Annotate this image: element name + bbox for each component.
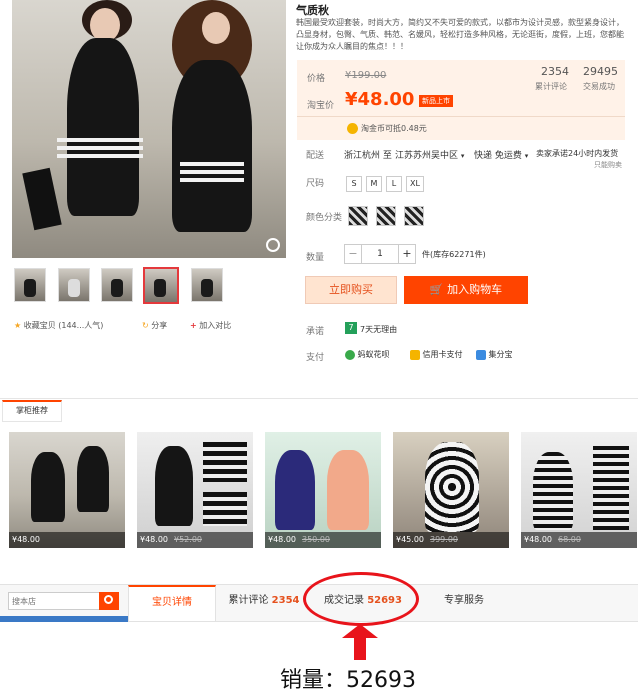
size-option-s[interactable]: S — [346, 176, 362, 192]
thumbnail-4[interactable] — [143, 267, 179, 304]
current-price: ¥48.00 — [345, 89, 415, 110]
search-icon — [104, 595, 113, 604]
reviews-label: 累计评论 — [535, 82, 567, 91]
quantity-minus-button[interactable]: − — [344, 244, 362, 264]
recommend-tab[interactable]: 掌柜推荐 — [2, 400, 62, 422]
coin-text: 淘金币可抵0.48元 — [361, 124, 427, 133]
shipping-select[interactable]: 快递 免运费 ▾ — [474, 148, 528, 161]
pay-label: 支付 — [306, 353, 325, 363]
sales-count: 29495 — [583, 65, 618, 78]
credit-card-icon — [410, 349, 420, 360]
chevron-down-icon: ▾ — [460, 152, 465, 160]
pay-credit: 信用卡支付 — [410, 349, 463, 360]
chevron-down-icon: ▾ — [524, 152, 529, 160]
shop-search-input[interactable] — [8, 592, 100, 610]
share-icon: ↻ — [142, 321, 149, 330]
jifenbao-icon — [476, 349, 486, 360]
quantity-input[interactable]: 1 — [361, 244, 399, 264]
compare-link[interactable]: + 加入对比 — [190, 320, 231, 331]
sidebar-accent — [0, 616, 128, 622]
recommend-item-4[interactable]: ¥45.00 399.00 — [393, 432, 509, 548]
model-face-left — [90, 8, 120, 42]
recommend-item-1[interactable]: ¥48.00 — [9, 432, 125, 548]
color-option-1[interactable] — [348, 206, 368, 226]
pay-huabei: 蚂蚁花呗 — [345, 349, 390, 360]
delivery-from: 浙江杭州 至 — [344, 151, 392, 161]
color-option-2[interactable] — [376, 206, 396, 226]
original-price: ¥199.00 — [345, 70, 387, 81]
sales-annotation: 销量：52693 — [280, 668, 416, 693]
thumbnail-3[interactable] — [101, 268, 133, 302]
reviews-count: 2354 — [541, 65, 569, 78]
delivery-sub: 只能购卖 — [594, 161, 622, 169]
model-right-dress — [172, 60, 252, 232]
promo-badge: 新品上市 — [419, 95, 453, 107]
plus-icon: + — [190, 321, 197, 330]
promise-text: 7天无理由 — [360, 325, 398, 334]
star-icon: ★ — [14, 321, 22, 330]
pay-jifenbao: 集分宝 — [476, 349, 513, 360]
tab-reviews[interactable]: 累计评论 2354 — [218, 585, 310, 621]
thumbnail-1[interactable] — [14, 268, 46, 302]
size-label: 尺码 — [306, 179, 325, 189]
seven-day-badge: 7 — [345, 322, 357, 334]
zoom-icon[interactable] — [266, 238, 280, 252]
add-to-cart-button[interactable]: 🛒 加入购物车 — [404, 276, 528, 304]
size-option-m[interactable]: M — [366, 176, 382, 192]
recommend-item-2[interactable]: ¥48.00 ¥52.00 — [137, 432, 253, 548]
delivery-promise: 卖家承诺24小时内发货 — [536, 149, 619, 158]
share-link[interactable]: ↻ 分享 — [142, 320, 167, 331]
coin-icon — [347, 123, 358, 134]
recommend-divider — [0, 398, 638, 399]
main-product-image[interactable] — [12, 0, 286, 258]
recommend-item-3[interactable]: ¥48.00 350.00 — [265, 432, 381, 548]
recommend-item-5[interactable]: ¥48.00 68.00 — [521, 432, 637, 548]
product-title: 气质秋 — [296, 4, 329, 17]
price-panel: 价格 ¥199.00 淘宝价 ¥48.00 新品上市 2354 累计评论 294… — [297, 60, 625, 140]
shop-search-button[interactable] — [99, 592, 119, 610]
product-description: 韩国最受欢迎套装，时尚大方，简约又不失可爱的款式，以都市为设计灵感，款型紧身设计… — [296, 18, 624, 51]
sales-label: 交易成功 — [583, 82, 615, 91]
color-option-3[interactable] — [404, 206, 424, 226]
clutch-bag — [22, 167, 62, 231]
promo-label: 淘宝价 — [307, 101, 335, 111]
favorite-link[interactable]: ★ 收藏宝贝 (144...人气) — [14, 320, 103, 331]
cart-icon: 🛒 — [429, 283, 444, 296]
size-option-xl[interactable]: XL — [406, 176, 424, 192]
stock-text: 件(库存62271件) — [422, 250, 486, 259]
model-left-dress — [67, 38, 139, 216]
delivery-label: 配送 — [306, 151, 325, 161]
quantity-label: 数量 — [306, 253, 325, 263]
delivery-to-select[interactable]: 江苏苏州吴中区 ▾ — [395, 148, 464, 161]
color-label: 颜色分类 — [306, 213, 343, 223]
highlight-ellipse — [303, 572, 419, 626]
tab-detail[interactable]: 宝贝详情 — [128, 585, 216, 621]
quantity-plus-button[interactable]: + — [398, 244, 416, 264]
thumbnail-5[interactable] — [191, 268, 223, 302]
price-label: 价格 — [307, 74, 326, 84]
buy-now-button[interactable]: 立即购买 — [305, 276, 397, 304]
thumbnail-2[interactable] — [58, 268, 90, 302]
tab-service[interactable]: 专享服务 — [420, 585, 508, 621]
model-face-right — [202, 12, 230, 44]
promise-label: 承诺 — [306, 327, 325, 337]
size-option-l[interactable]: L — [386, 176, 402, 192]
huabei-icon — [345, 349, 355, 360]
arrow-up-icon — [342, 624, 378, 660]
